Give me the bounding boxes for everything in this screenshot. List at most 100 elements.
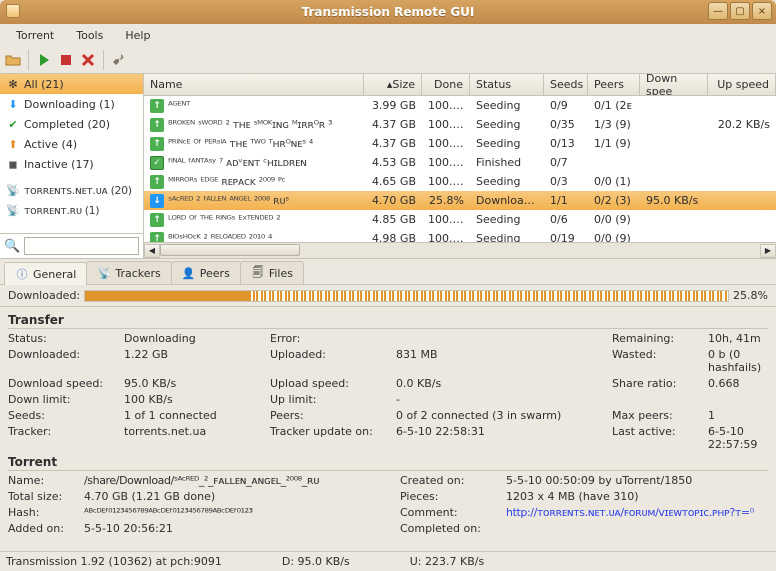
tab-label: General [33,268,76,281]
cell-status: Seeding [470,99,544,112]
table-row[interactable]: ↑ᴬᴳᴱᴺᵀ3.99 GB100.0%Seeding0/90/1 (2ᴇ [144,96,776,115]
torrent-name: ᴬᴳᴱᴺᵀ [168,99,190,112]
filter-tracker-2[interactable]: 📡ᴛᴏʀʀᴇɴᴛ.ʀᴜ (1) [0,200,143,220]
filter-tracker-1[interactable]: 📡ᴛᴏʀʀᴇɴᴛs.ɴᴇᴛ.ᴜᴀ (20) [0,180,143,200]
delete-icon[interactable] [79,51,97,69]
column-status[interactable]: Status [470,74,544,95]
table-row[interactable]: ↑ᴮᴵᴼˢᴴᴼᶜᴷ ² ᴿᴱᴸᴼᴬᴰᴱᴰ ²⁰¹⁰ ⁴4.98 GB100.0%… [144,229,776,242]
tab-peers[interactable]: 👤Peers [171,261,241,284]
filter-all[interactable]: ✻All (21) [0,74,143,94]
column-up[interactable]: Up speed [708,74,776,95]
close-button[interactable]: × [752,2,772,20]
torrent-name: ᴮᴿᴼᴷᴱᴺ ˢᵂᴼᴿᴰ ² ᴛʜᴇ ˢᴹᴼᴷɪɴɢ ᴹɪʀʀᴼʀ ³ [168,118,332,131]
torrent-list: Name ▴ Size Done Status Seeds Peers Down… [144,74,776,258]
window-title: Transmission Remote GUI [302,5,475,19]
table-row[interactable]: ✓ᶠᴵᴺᴬᴸ ᶠᴬᴺᵀᴬˢʸ ⁷ ᴀᴅᵛᴇɴᴛ ᶜʜɪʟᴅʀᴇɴ4.53 GB1… [144,153,776,172]
tab-label: Trackers [115,267,160,280]
cell-down: 95.0 KB/s [640,194,708,207]
filter-completed[interactable]: ✔Completed (20) [0,114,143,134]
stop-icon[interactable] [57,51,75,69]
app-icon [6,4,20,18]
toolbar-separator [103,50,104,70]
circle-icon: ◼ [6,157,20,171]
tab-label: Files [269,267,293,280]
tab-files[interactable]: 🗐Files [240,261,304,284]
sidebar: ✻All (21) ⬇Downloading (1) ✔Completed (2… [0,74,144,258]
cell-done: 100.0% [422,118,470,131]
menu-help[interactable]: Help [115,27,160,44]
cell-peers: 1/1 (9) [588,137,640,150]
table-row[interactable]: ↑ᴹᴵᴿᴿᴼᴿˢ ᴱᴰᴳᴱ ʀᴇᴘᴀᴄᴋ ²⁰⁰⁹ ᴾᶜ4.65 GB100.0… [144,172,776,191]
filter-inactive[interactable]: ◼Inactive (17) [0,154,143,174]
status-left: Transmission 1.92 (10362) at pch:9091 [6,555,222,568]
column-size[interactable]: ▴ Size [364,74,422,95]
column-done[interactable]: Done [422,74,470,95]
details-pane: Transfer Status:Downloading Error: Remai… [0,307,776,551]
info-icon: ⓘ [15,267,29,281]
downloaded-label: Downloaded: [8,289,80,302]
table-row[interactable]: ↑ᴮᴿᴼᴷᴱᴺ ˢᵂᴼᴿᴰ ² ᴛʜᴇ ˢᴹᴼᴷɪɴɢ ᴹɪʀʀᴼʀ ³4.37… [144,115,776,134]
cell-seeds: 0/7 [544,156,588,169]
remaining-label: Remaining: [612,332,702,345]
tab-general[interactable]: ⓘ General [4,262,87,285]
tab-trackers[interactable]: 📡Trackers [86,261,171,284]
start-icon[interactable] [35,51,53,69]
seeds-value: 1 of 1 connected [124,409,264,422]
open-icon[interactable] [4,51,22,69]
comment-label: Comment: [400,506,500,519]
cell-peers: 0/2 (3) [588,194,640,207]
hash-label: Hash: [8,506,78,519]
column-down[interactable]: Down spee [640,74,708,95]
column-name[interactable]: Name [144,74,364,95]
cell-size: 4.98 GB [364,232,422,242]
uplimit-value: - [396,393,606,406]
table-row[interactable]: ↓ˢᴬᶜᴿᴱᴰ ² ᶠᴬᴸᴸᴱᴺ ᴬᴺᴳᴱᴸ ²⁰⁰⁸ ʀᴜˢ4.70 GB25… [144,191,776,210]
menubar: Torrent Tools Help [0,24,776,46]
maxpeers-value: 1 [708,409,768,422]
torrent-name: ᴮᴵᴼˢᴴᴼᶜᴷ ² ᴿᴱᴸᴼᴬᴰᴱᴰ ²⁰¹⁰ ⁴ [168,232,272,242]
table-row[interactable]: ↑ᴸᴼᴿᴰ ᴼᶠ ᵀᴴᴱ ᴿᴵᴺᴳˢ ᴱˣᵀᴱᴺᴰᴱᴰ ²4.85 GB100.… [144,210,776,229]
column-peers[interactable]: Peers [588,74,640,95]
downloaded-label: Downloaded: [8,348,118,374]
comment-value[interactable]: http://ᴛᴏʀʀᴇɴᴛs.ɴᴇᴛ.ᴜᴀ/ꜰᴏʀᴜᴍ/ᴠɪᴇᴡᴛᴏᴘɪᴄ.ᴘ… [506,506,768,519]
cell-status: Downloading [470,194,544,207]
lastactive-value: 6-5-10 22:57:59 [708,425,768,451]
torrent-name: ᴹᴵᴿᴿᴼᴿˢ ᴱᴰᴳᴱ ʀᴇᴘᴀᴄᴋ ²⁰⁰⁹ ᴾᶜ [168,175,285,188]
status-icon: ↓ [150,194,164,208]
toolbar [0,46,776,74]
titlebar: Transmission Remote GUI — ▢ × [0,0,776,24]
cell-peers: 0/1 (2ᴇ [588,99,640,112]
tab-bar: ⓘ General 📡Trackers 👤Peers 🗐Files [0,259,776,285]
cell-status: Seeding [470,232,544,242]
error-value [396,332,606,345]
menu-tools[interactable]: Tools [66,27,113,44]
trackerupd-label: Tracker update on: [270,425,390,451]
trackerupd-value: 6-5-10 22:58:31 [396,425,606,451]
cell-up: 20.2 KB/s [708,118,776,131]
menu-torrent[interactable]: Torrent [6,27,64,44]
cell-seeds: 1/1 [544,194,588,207]
scroll-left-icon[interactable]: ◀ [144,244,160,258]
cell-done: 100.0% [422,175,470,188]
uplimit-label: Up limit: [270,393,390,406]
settings-icon[interactable] [110,51,128,69]
scroll-thumb[interactable] [160,244,300,256]
cell-done: 100.0% [422,99,470,112]
minimize-button[interactable]: — [708,2,728,20]
filter-active[interactable]: ⬆Active (4) [0,134,143,154]
up-arrow-icon: ⬆ [6,137,20,151]
horizontal-scrollbar[interactable]: ◀ ▶ [144,242,776,258]
list-body[interactable]: ↑ᴬᴳᴱᴺᵀ3.99 GB100.0%Seeding0/90/1 (2ᴇ↑ᴮᴿᴼ… [144,96,776,242]
scroll-right-icon[interactable]: ▶ [760,244,776,258]
filter-downloading[interactable]: ⬇Downloading (1) [0,94,143,114]
table-row[interactable]: ↑ᴾᴿᴵᴺᶜᴱ ᴼᶠ ᴾᴱᴿˢᴵᴬ ᴛʜᴇ ᵀᵂᴼ ᵀʜʀᴼɴᴇˢ ⁴4.37 … [144,134,776,153]
torrent-name: ᶠᴵᴺᴬᴸ ᶠᴬᴺᵀᴬˢʸ ⁷ ᴀᴅᵛᴇɴᴛ ᶜʜɪʟᴅʀᴇɴ [168,156,307,169]
maximize-button[interactable]: ▢ [730,2,750,20]
cell-seeds: 0/9 [544,99,588,112]
status-down: D: 95.0 KB/s [282,555,350,568]
column-seeds[interactable]: Seeds [544,74,588,95]
total-label: Total size: [8,490,78,503]
search-input[interactable] [24,237,139,255]
peers-value: 0 of 2 connected (3 in swarm) [396,409,606,422]
cell-status: Seeding [470,213,544,226]
